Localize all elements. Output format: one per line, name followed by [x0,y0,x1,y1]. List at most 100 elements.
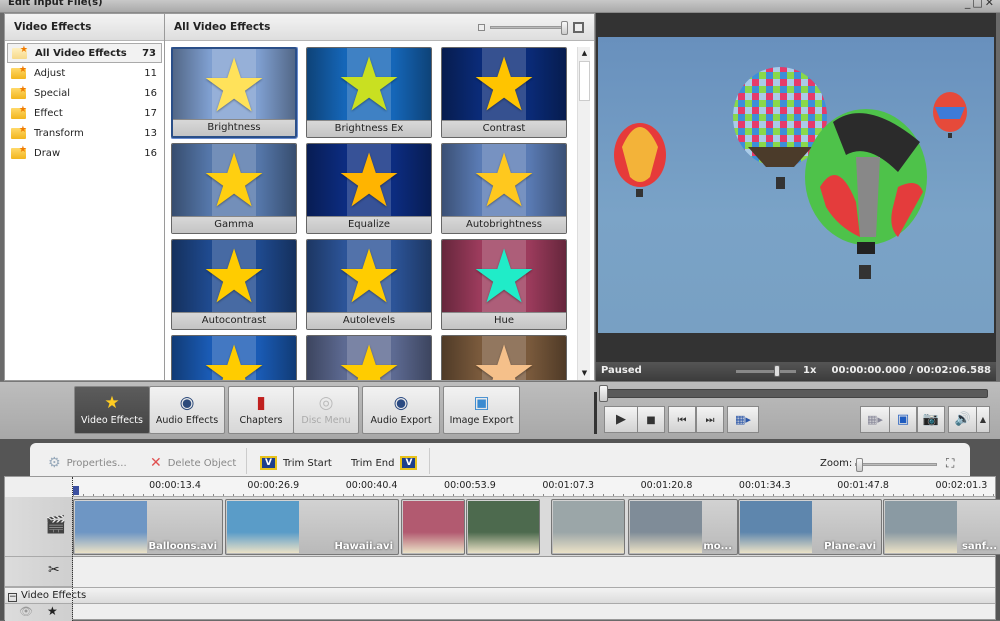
thumbnail-size-slider[interactable] [490,21,568,35]
effect-thumbnail: ★ [173,47,295,129]
zoom-slider-thumb[interactable] [856,458,863,472]
star-icon: ★ [200,143,268,224]
effect-tile[interactable]: ★ [171,335,297,380]
timeline-clip[interactable]: sanf... [883,499,1000,555]
effect-label: Autolevels [307,312,431,329]
star-icon: ★ [470,47,538,128]
trim-start-icon: V [260,456,277,470]
star-icon: ★ [470,335,538,380]
scroll-up-icon[interactable]: ▲ [578,47,591,60]
star-icon: ★ [200,47,268,129]
category-count: 16 [144,87,157,99]
disc-menu-button[interactable]: ◎ Disc Menu [293,386,359,434]
play-icon: ▶ [616,412,626,427]
timeline-clip[interactable]: Plane.avi [738,499,882,555]
large-thumbnails-icon[interactable] [573,22,584,33]
ruler-tick-label: 00:00:40.4 [345,480,398,491]
eye-icon[interactable]: 👁 [19,605,33,618]
video-effects-button[interactable]: ★ Video Effects [74,386,150,434]
video-track-header: 🎬 [5,497,73,557]
scroll-thumb[interactable] [579,61,590,101]
effect-tile[interactable]: ★ Equalize [306,143,432,234]
star-icon: ★ [470,143,538,224]
category-item[interactable]: Adjust 11 [7,63,162,83]
effect-tile[interactable]: ★ Brightness [171,47,297,138]
play-button[interactable]: ▶ [604,406,638,433]
snapshot-button[interactable]: 📷 [917,406,945,433]
timeline-clip[interactable]: mo... [628,499,738,555]
effect-tile[interactable]: ★ Contrast [441,47,567,138]
close-icon[interactable]: ✕ [985,0,996,9]
next-frame-button[interactable]: ⏭ [696,406,724,433]
time-ruler[interactable]: 00:00:13.4 00:00:26.9 00:00:40.4 00:00:53.9… [73,477,995,497]
effect-tile[interactable]: ★ Hue [441,239,567,330]
seek-bar[interactable] [599,385,988,402]
effects-scrollbar[interactable]: ▲ ▼ [577,47,590,380]
timeline-zoom-slider[interactable] [855,458,937,472]
category-item[interactable]: Effect 17 [7,103,162,123]
ruler-tick-label: 00:00:53.9 [444,480,496,491]
effect-tile[interactable]: ★ Autolevels [306,239,432,330]
category-item[interactable]: Transform 13 [7,123,162,143]
effect-label: Equalize [307,216,431,233]
effect-thumbnail: ★ [307,144,431,218]
effect-tile[interactable]: ★ [306,335,432,380]
category-item[interactable]: All Video Effects 73 [7,43,162,63]
clip-thumbnail [468,501,539,553]
ruler-tick-label: 00:01:47.8 [837,480,889,491]
effect-tile[interactable]: ★ [441,335,567,380]
timeline-clip[interactable] [551,499,625,555]
effect-tile[interactable]: ★ Autocontrast [171,239,297,330]
effect-thumbnail: ★ [442,47,566,128]
chapters-button[interactable]: ▮ Chapters [228,386,294,434]
video-effects-track-header[interactable]: − Video Effects [5,587,995,604]
delete-object-button[interactable]: ✕ Delete Object [150,453,236,473]
fullscreen-button[interactable]: ▣ [889,406,917,433]
effect-tile[interactable]: ★ Autobrightness [441,143,567,234]
balloon-right [933,92,967,138]
folder-icon [11,65,27,79]
timeline-clip[interactable]: Balloons.avi [73,499,223,555]
volume-menu-button[interactable]: ▲ [976,406,990,433]
play-selection-button[interactable]: ▦▸ [727,406,759,433]
effect-tile[interactable]: ★ Gamma [171,143,297,234]
timeline-clip[interactable] [401,499,465,555]
category-item[interactable]: Special 16 [7,83,162,103]
gear-icon: ⚙ [48,455,61,471]
stop-button[interactable]: ■ [637,406,665,433]
trim-start-button[interactable]: V Trim Start [260,453,332,473]
properties-button[interactable]: ⚙ Properties... [48,453,127,473]
effects-grid: ★ Brightness ★ Brightness Ex ★ Contrast ★ Gamma… [171,47,575,380]
effect-label: Gamma [172,216,296,233]
category-item[interactable]: Draw 16 [7,143,162,163]
trim-end-button[interactable]: Trim End V [351,453,423,473]
slider-thumb[interactable] [561,21,568,35]
seek-thumb[interactable] [599,385,608,402]
edit-toolbar: ★ Video Effects ◉ Audio Effects ▮ Chapte… [0,381,1000,439]
fit-to-window-icon[interactable]: ⛶ [946,456,954,471]
small-thumbnails-icon[interactable] [478,24,485,31]
effect-thumbnail: ★ [172,143,296,224]
audio-effects-button[interactable]: ◉ Audio Effects [149,386,225,434]
scroll-down-icon[interactable]: ▼ [578,367,591,380]
stop-icon: ■ [646,415,656,426]
volume-button[interactable]: 🔊 [948,406,978,433]
effect-thumbnail: ★ [172,240,296,314]
aspect-ratio-button[interactable]: ▦▸ [860,406,890,433]
clip-name: Hawaii.avi [334,541,393,552]
timeline-section: ⚙ Properties... ✕ Delete Object V Trim S… [0,439,1000,621]
effect-tile[interactable]: ★ Brightness Ex [306,47,432,138]
collapse-icon[interactable]: − [8,593,17,602]
timeline-clip[interactable] [466,499,540,555]
previous-frame-button[interactable]: ⏮ [668,406,696,433]
image-export-button[interactable]: ▣ Image Export [443,386,520,434]
effect-thumbnail: ★ [442,240,566,314]
category-label: Transform [34,127,84,139]
playhead-marker[interactable] [73,486,79,495]
effect-label: Contrast [442,120,566,137]
audio-export-button[interactable]: ◉ Audio Export [362,386,440,434]
speed-slider[interactable] [736,365,796,377]
timeline-clip[interactable]: Hawaii.avi [225,499,399,555]
maximize-icon[interactable]: □ [972,0,984,9]
speed-slider-thumb[interactable] [774,365,780,377]
